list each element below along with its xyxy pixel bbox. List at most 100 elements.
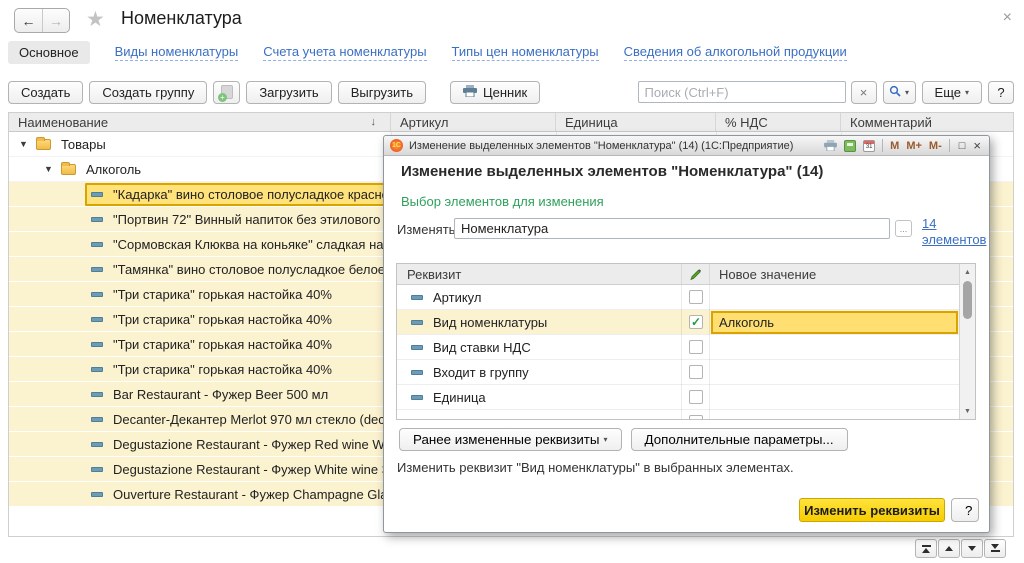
item-label: "Тамянка" вино столовое полусладкое бело… [113, 262, 388, 277]
bulk-edit-dialog: 1С Изменение выделенных элементов "Номен… [383, 135, 990, 533]
new-value-cell[interactable]: Алкоголь [711, 311, 958, 334]
item-label: "Портвин 72" Винный напиток без этиловог… [113, 212, 388, 227]
column-divider [709, 264, 710, 284]
scroll-up-icon[interactable]: ▲ [960, 265, 975, 279]
maximize-icon[interactable]: □ [959, 140, 966, 152]
column-header-name[interactable]: Наименование ↓ [9, 113, 391, 131]
attribute-row[interactable]: Единица [397, 385, 975, 410]
change-target-input[interactable] [454, 218, 890, 239]
load-button[interactable]: Загрузить [246, 81, 331, 104]
attribute-label: Входит в группу [433, 365, 529, 380]
printer-icon[interactable] [824, 140, 837, 151]
column-header-vat[interactable]: % НДС [716, 113, 841, 131]
tab-link-price-types[interactable]: Типы цен номенклатуры [452, 44, 599, 61]
magnifier-icon [889, 85, 901, 100]
item-label: Degustazione Restaurant - Фужер Red wine… [113, 437, 388, 452]
search-options-button[interactable]: ▾ [883, 81, 916, 104]
back-button[interactable]: ← [15, 9, 42, 32]
attribute-checkbox[interactable] [689, 365, 703, 379]
attributes-table-header: Реквизит Новое значение [397, 264, 975, 285]
attribute-checkbox[interactable] [689, 340, 703, 354]
previously-changed-attrs-button[interactable]: Ранее измененные реквизиты ▾ [399, 428, 622, 451]
attribute-checkbox[interactable] [689, 390, 703, 404]
scrollbar-thumb[interactable] [963, 281, 972, 319]
attribute-label: Артикул [433, 290, 481, 305]
attribute-row[interactable] [397, 410, 975, 420]
memory-minus-button[interactable]: M- [929, 140, 942, 152]
row-down-button[interactable] [961, 539, 983, 558]
attribute-row[interactable]: Входит в группу [397, 360, 975, 385]
column-header-attribute[interactable]: Реквизит [397, 267, 681, 282]
calculator-icon[interactable] [844, 140, 856, 152]
chevron-down-icon: ▾ [604, 435, 608, 444]
price-tag-button[interactable]: Ценник [450, 81, 540, 104]
column-header-unit[interactable]: Единица [556, 113, 716, 131]
copy-item-button[interactable] [213, 81, 240, 104]
dialog-help-button[interactable]: ? [951, 498, 979, 522]
tab-main[interactable]: Основное [8, 41, 90, 64]
item-label: "Три старика" горькая настойка 40% [113, 287, 332, 302]
tab-link-accounts[interactable]: Счета учета номенклатуры [263, 44, 426, 61]
column-header-article[interactable]: Артикул [391, 113, 556, 131]
memory-button[interactable]: M [890, 140, 899, 152]
list-scroll-buttons [914, 539, 1006, 558]
apply-changes-button[interactable]: Изменить реквизиты [799, 498, 945, 522]
column-header-new-value[interactable]: Новое значение [709, 267, 816, 282]
item-label: Ouverture Restaurant - Фужер Champagne G… [113, 487, 388, 502]
attribute-checkbox[interactable] [689, 415, 703, 420]
help-button[interactable]: ? [988, 81, 1014, 104]
close-icon[interactable]: × [1003, 9, 1012, 27]
scroll-to-bottom-button[interactable] [984, 539, 1006, 558]
item-icon [91, 317, 103, 322]
create-button[interactable]: Создать [8, 81, 83, 104]
page-title: Номенклатура [121, 8, 242, 29]
search-input[interactable] [638, 81, 846, 103]
dialog-titlebar-text: Изменение выделенных элементов "Номенкла… [409, 140, 817, 152]
dialog-buttons: Ранее измененные реквизиты ▾ Дополнитель… [399, 428, 848, 451]
more-button[interactable]: Еще ▾ [922, 81, 982, 104]
attributes-table: Реквизит Новое значение АртикулВид номен… [396, 263, 976, 420]
item-icon [91, 192, 103, 197]
scroll-down-icon[interactable]: ▼ [960, 404, 975, 418]
item-icon [91, 467, 103, 472]
item-icon [91, 367, 103, 372]
attribute-icon [411, 320, 423, 325]
search-clear-button[interactable]: × [851, 81, 877, 104]
attribute-row[interactable]: Вид номенклатуры✓Алкоголь [397, 310, 975, 335]
attribute-icon [411, 370, 423, 375]
tab-link-alcohol-info[interactable]: Сведения об алкогольной продукции [624, 44, 847, 61]
attribute-checkbox[interactable]: ✓ [689, 315, 703, 329]
item-icon [91, 242, 103, 247]
selected-elements-link[interactable]: 14элементов [922, 216, 984, 249]
column-divider [709, 285, 710, 420]
app-window: ← → ★ Номенклатура × Основное Виды номен… [0, 0, 1024, 563]
unload-button[interactable]: Выгрузить [338, 81, 426, 104]
dialog-close-icon[interactable]: × [973, 138, 981, 153]
expand-collapse-icon[interactable]: ▼ [44, 164, 54, 174]
attribute-row[interactable]: Артикул [397, 285, 975, 310]
item-label: "Три старика" горькая настойка 40% [113, 312, 332, 327]
forward-button[interactable]: → [42, 9, 69, 32]
additional-params-button[interactable]: Дополнительные параметры... [631, 428, 848, 451]
nav-tabs: Основное Виды номенклатуры Счета учета н… [8, 41, 847, 64]
expand-collapse-icon[interactable]: ▼ [19, 139, 29, 149]
column-header-comment[interactable]: Комментарий [841, 113, 1013, 131]
attribute-checkbox[interactable] [689, 290, 703, 304]
divider [949, 139, 950, 152]
scrollbar[interactable]: ▲ ▼ [959, 264, 975, 419]
memory-plus-button[interactable]: M+ [906, 140, 922, 152]
item-label: Bar Restaurant - Фужер Beer 500 мл [113, 387, 328, 402]
create-group-button[interactable]: Создать группу [89, 81, 207, 104]
dialog-titlebar[interactable]: 1С Изменение выделенных элементов "Номен… [384, 136, 989, 156]
tab-link-nomenclature-kinds[interactable]: Виды номенклатуры [115, 44, 239, 61]
favorite-star-icon[interactable]: ★ [86, 7, 105, 32]
item-label: "Три старика" горькая настойка 40% [113, 337, 332, 352]
attribute-row[interactable]: Вид ставки НДС [397, 335, 975, 360]
attribute-label: Единица [433, 390, 486, 405]
printer-icon [463, 85, 477, 100]
item-label: Degustazione Restaurant - Фужер White wi… [113, 462, 388, 477]
row-up-button[interactable] [938, 539, 960, 558]
calendar-icon[interactable]: 31 [863, 140, 875, 152]
choose-button[interactable]: ... [895, 220, 912, 237]
scroll-to-top-button[interactable] [915, 539, 937, 558]
